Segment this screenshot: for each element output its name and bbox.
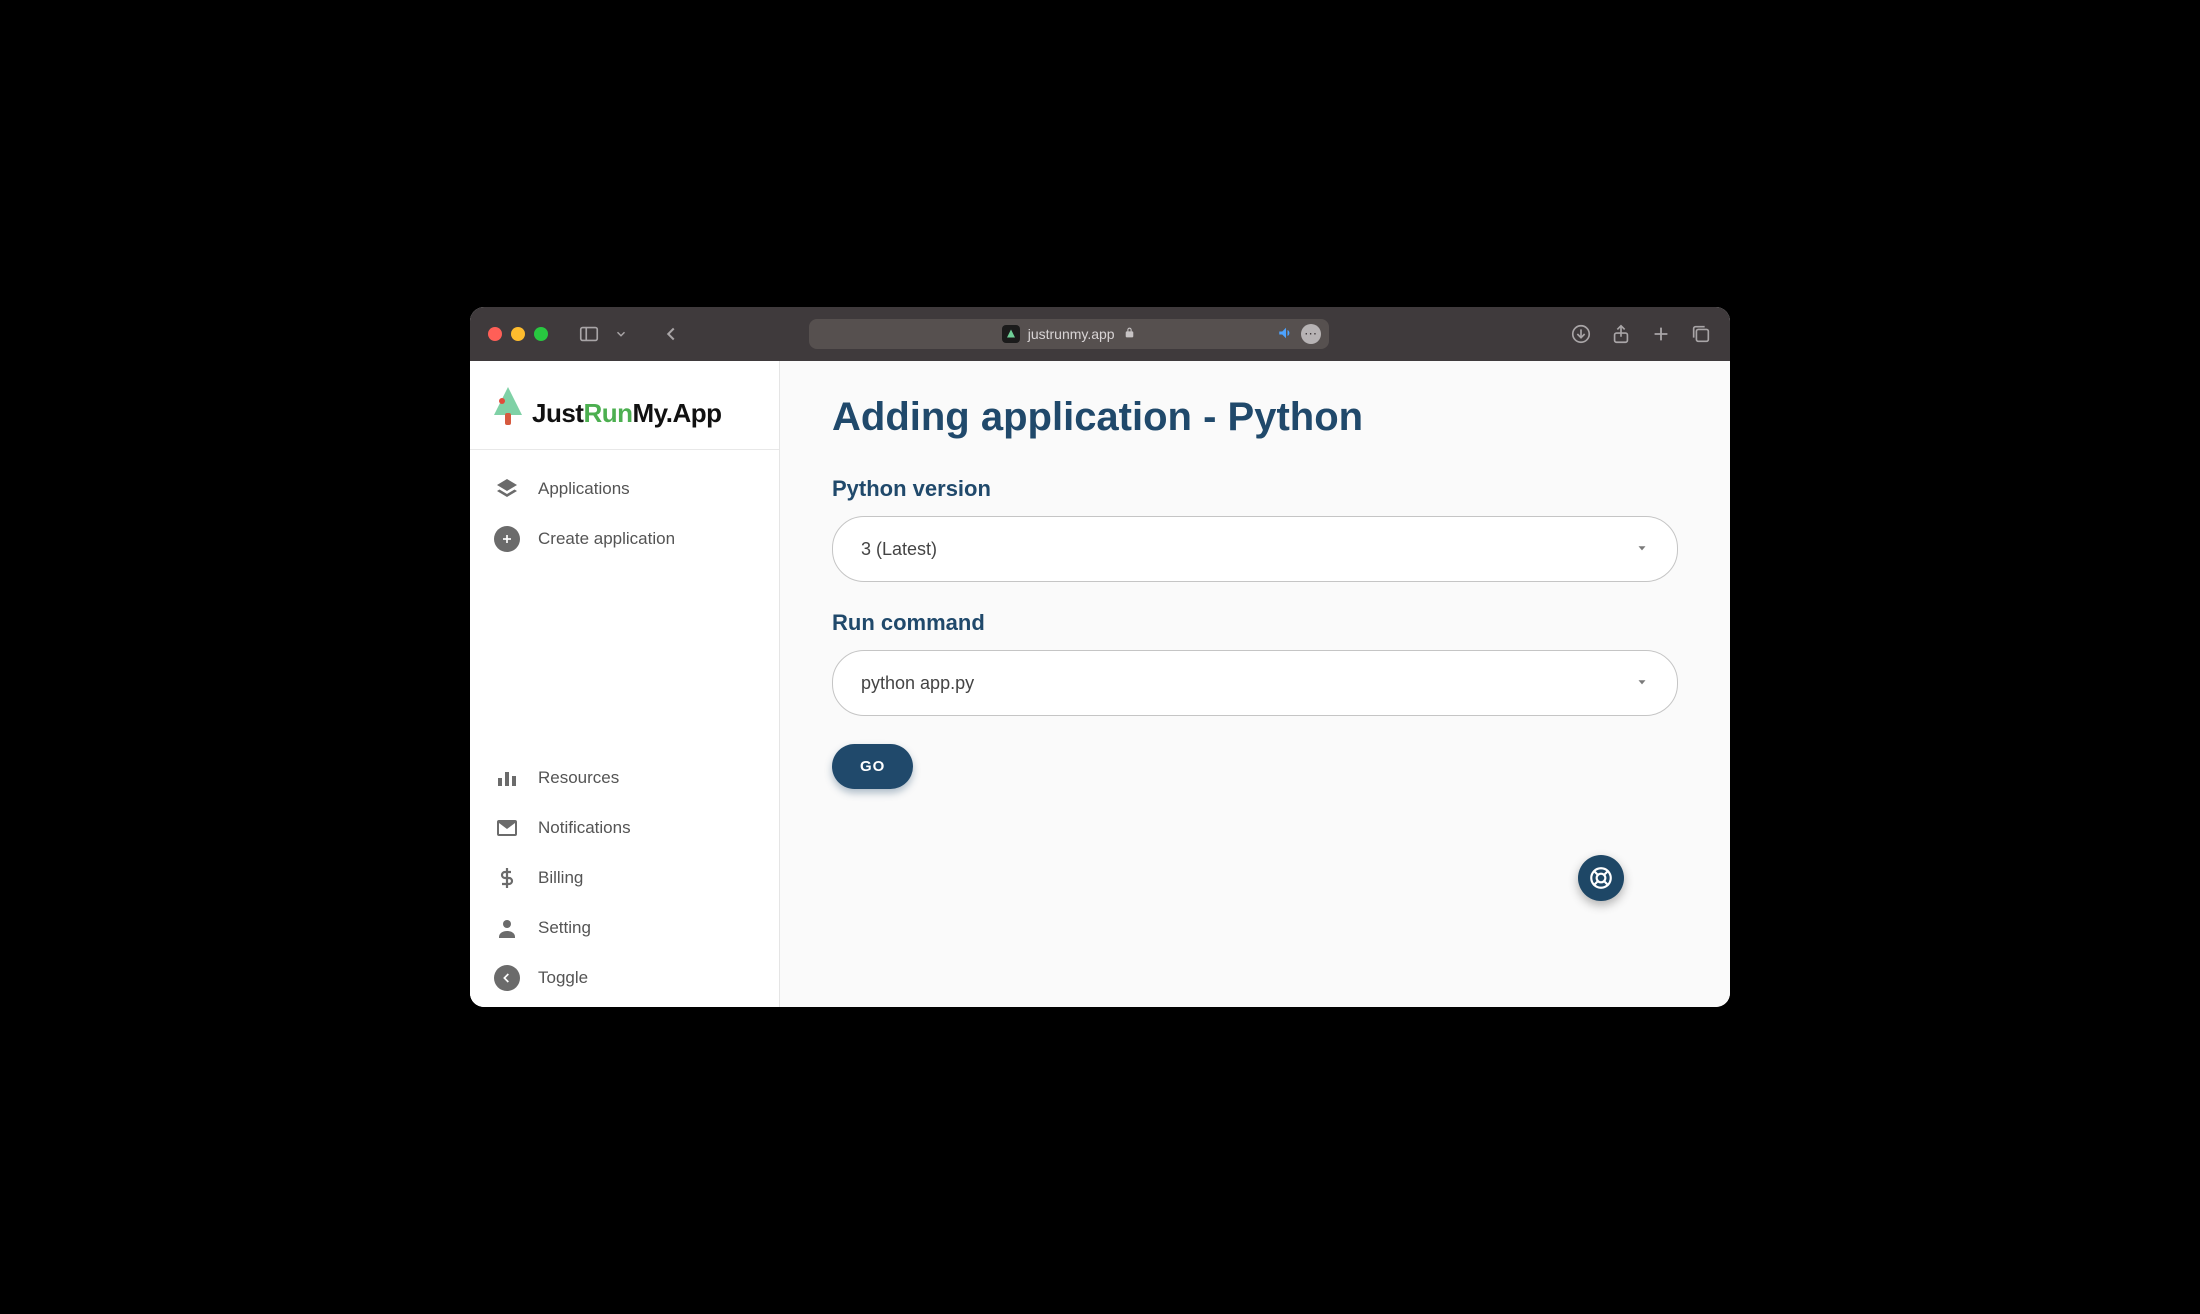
sidebar-item-label: Create application xyxy=(538,529,675,549)
page-title: Adding application - Python xyxy=(832,395,1678,440)
layers-icon xyxy=(494,476,520,502)
caret-down-icon xyxy=(1635,539,1649,560)
logo-text-app: .App xyxy=(666,398,722,428)
mail-icon xyxy=(494,815,520,841)
go-button[interactable]: GO xyxy=(832,744,913,789)
run-command-field: Run command python app.py xyxy=(832,610,1678,716)
logo-text-run: Run xyxy=(583,398,632,428)
browser-window: justrunmy.app ⋯ xyxy=(470,307,1730,1007)
logo-area: JustRunMy.App xyxy=(470,361,779,450)
url-text: justrunmy.app xyxy=(1028,326,1115,342)
sidebar-toggle-icon[interactable] xyxy=(578,323,600,345)
sidebar-item-label: Billing xyxy=(538,868,583,888)
sidebar-item-label: Notifications xyxy=(538,818,631,838)
minimize-window-button[interactable] xyxy=(511,327,525,341)
address-bar[interactable]: justrunmy.app ⋯ xyxy=(809,319,1329,349)
downloads-icon[interactable] xyxy=(1570,323,1592,345)
close-window-button[interactable] xyxy=(488,327,502,341)
sidebar-item-setting[interactable]: Setting xyxy=(470,903,779,953)
sidebar-item-label: Applications xyxy=(538,479,630,499)
tree-logo-icon xyxy=(490,385,526,429)
sidebar-item-applications[interactable]: Applications xyxy=(470,464,779,514)
help-fab-button[interactable] xyxy=(1578,855,1624,901)
main-content: Adding application - Python Python versi… xyxy=(780,361,1730,1007)
sidebar-item-toggle[interactable]: Toggle xyxy=(470,953,779,1003)
run-command-value: python app.py xyxy=(861,673,974,694)
person-icon xyxy=(494,915,520,941)
sidebar-item-label: Toggle xyxy=(538,968,588,988)
logo: JustRunMy.App xyxy=(490,385,759,429)
sidebar-nav-top: Applications Create application xyxy=(470,450,779,578)
new-tab-icon[interactable] xyxy=(1650,323,1672,345)
back-button-icon[interactable] xyxy=(660,323,682,345)
python-version-field: Python version 3 (Latest) xyxy=(832,476,1678,582)
arrow-left-circle-icon xyxy=(494,965,520,991)
share-icon[interactable] xyxy=(1610,323,1632,345)
sidebar-item-billing[interactable]: Billing xyxy=(470,853,779,903)
sidebar-item-notifications[interactable]: Notifications xyxy=(470,803,779,853)
logo-text-my: My xyxy=(633,398,666,428)
logo-text-just: Just xyxy=(532,398,583,428)
lifebuoy-icon xyxy=(1588,865,1614,891)
dollar-icon xyxy=(494,865,520,891)
plus-circle-icon xyxy=(494,526,520,552)
browser-titlebar: justrunmy.app ⋯ xyxy=(470,307,1730,361)
site-favicon-icon xyxy=(1002,325,1020,343)
sidebar-item-label: Resources xyxy=(538,768,619,788)
traffic-lights xyxy=(488,327,548,341)
sidebar: JustRunMy.App Applications xyxy=(470,361,780,1007)
tabs-overview-icon[interactable] xyxy=(1690,323,1712,345)
sidebar-item-label: Setting xyxy=(538,918,591,938)
reader-menu-icon[interactable]: ⋯ xyxy=(1301,324,1321,344)
caret-down-icon xyxy=(1635,673,1649,694)
bar-chart-icon xyxy=(494,765,520,791)
sidebar-nav-bottom: Resources Notifications xyxy=(470,743,779,1007)
maximize-window-button[interactable] xyxy=(534,327,548,341)
lock-icon xyxy=(1123,326,1136,342)
python-version-select[interactable]: 3 (Latest) xyxy=(832,516,1678,582)
sidebar-item-create-application[interactable]: Create application xyxy=(470,514,779,564)
sidebar-item-resources[interactable]: Resources xyxy=(470,753,779,803)
chevron-down-icon[interactable] xyxy=(614,323,628,345)
run-command-label: Run command xyxy=(832,610,1678,636)
python-version-label: Python version xyxy=(832,476,1678,502)
run-command-select[interactable]: python app.py xyxy=(832,650,1678,716)
python-version-value: 3 (Latest) xyxy=(861,539,937,560)
app-content: JustRunMy.App Applications xyxy=(470,361,1730,1007)
sound-icon[interactable] xyxy=(1277,324,1295,345)
